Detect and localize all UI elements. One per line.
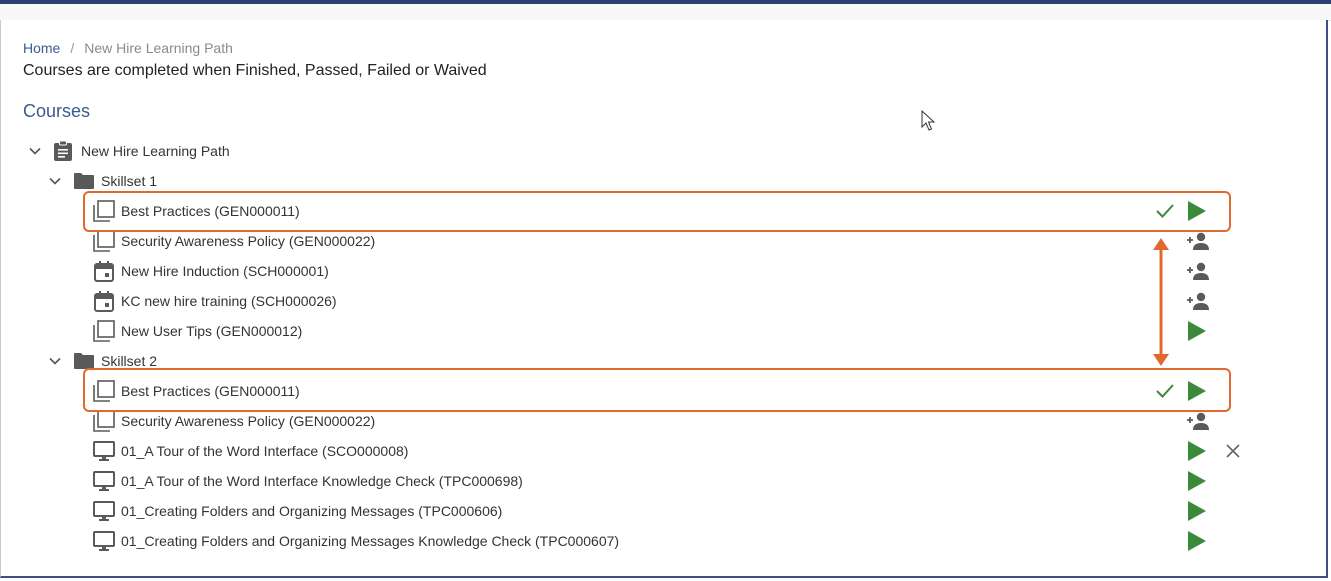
close-icon[interactable] [1225, 443, 1241, 459]
enroll-person-icon[interactable] [1186, 411, 1212, 431]
completed-check-icon [1156, 384, 1174, 398]
course-title[interactable]: KC new hire training (SCH000026) [121, 293, 337, 309]
course-stack-icon [93, 230, 115, 252]
breadcrumb-home-link[interactable]: Home [23, 40, 60, 56]
chevron-down-icon[interactable] [48, 174, 62, 188]
course-row[interactable]: 01_A Tour of the Word Interface (SCO0000… [92, 436, 408, 466]
tree-node-label: New Hire Learning Path [81, 143, 230, 159]
course-title[interactable]: Security Awareness Policy (GEN000022) [121, 233, 375, 249]
chevron-down-icon[interactable] [28, 144, 42, 158]
course-stack-icon [93, 410, 115, 432]
course-stack-icon [93, 320, 115, 342]
chevron-down-icon[interactable] [48, 354, 62, 368]
header-shade [0, 4, 1331, 21]
monitor-icon [93, 501, 115, 521]
highlight-box [83, 191, 1231, 232]
course-title[interactable]: 01_Creating Folders and Organizing Messa… [121, 533, 619, 549]
monitor-icon [93, 471, 115, 491]
monitor-icon [93, 531, 115, 551]
play-icon[interactable] [1186, 440, 1208, 462]
calendar-icon [94, 291, 114, 312]
clipboard-icon [54, 140, 72, 161]
monitor-icon [93, 441, 115, 461]
course-title[interactable]: 01_Creating Folders and Organizing Messa… [121, 503, 502, 519]
breadcrumb-current: New Hire Learning Path [84, 40, 233, 56]
course-title[interactable]: Security Awareness Policy (GEN000022) [121, 413, 375, 429]
play-icon[interactable] [1186, 200, 1208, 222]
course-title[interactable]: 01_A Tour of the Word Interface Knowledg… [121, 473, 523, 489]
play-icon[interactable] [1186, 380, 1208, 402]
highlight-box [83, 368, 1231, 412]
course-row[interactable]: 01_Creating Folders and Organizing Messa… [92, 526, 619, 556]
course-row[interactable]: KC new hire training (SCH000026) [92, 286, 337, 316]
course-row[interactable]: 01_Creating Folders and Organizing Messa… [92, 496, 502, 526]
enroll-person-icon[interactable] [1186, 261, 1212, 281]
course-row[interactable]: New User Tips (GEN000012) [92, 316, 302, 346]
mouse-cursor-icon [921, 110, 936, 131]
course-title[interactable]: 01_A Tour of the Word Interface (SCO0000… [121, 443, 408, 459]
enroll-person-icon[interactable] [1186, 291, 1212, 311]
tree-node-label: Skillset 2 [101, 353, 158, 369]
breadcrumb-separator: / [70, 40, 75, 56]
breadcrumb: Home / New Hire Learning Path [23, 40, 233, 56]
completion-description: Courses are completed when Finished, Pas… [23, 62, 487, 79]
folder-icon [74, 173, 94, 189]
course-title[interactable]: New Hire Induction (SCH000001) [121, 263, 329, 279]
play-icon[interactable] [1186, 470, 1208, 492]
play-icon[interactable] [1186, 320, 1208, 342]
courses-heading: Courses [23, 101, 91, 121]
calendar-icon [94, 261, 114, 282]
completed-check-icon [1156, 204, 1174, 218]
play-icon[interactable] [1186, 530, 1208, 552]
double-arrow-annotation-icon [1153, 238, 1169, 366]
enroll-person-icon[interactable] [1186, 231, 1212, 251]
tree-node-root[interactable]: New Hire Learning Path [28, 136, 230, 166]
play-icon[interactable] [1186, 500, 1208, 522]
tree-node-label: Skillset 1 [101, 173, 158, 189]
course-title[interactable]: New User Tips (GEN000012) [121, 323, 302, 339]
course-row[interactable]: 01_A Tour of the Word Interface Knowledg… [92, 466, 523, 496]
course-row[interactable]: New Hire Induction (SCH000001) [92, 256, 329, 286]
